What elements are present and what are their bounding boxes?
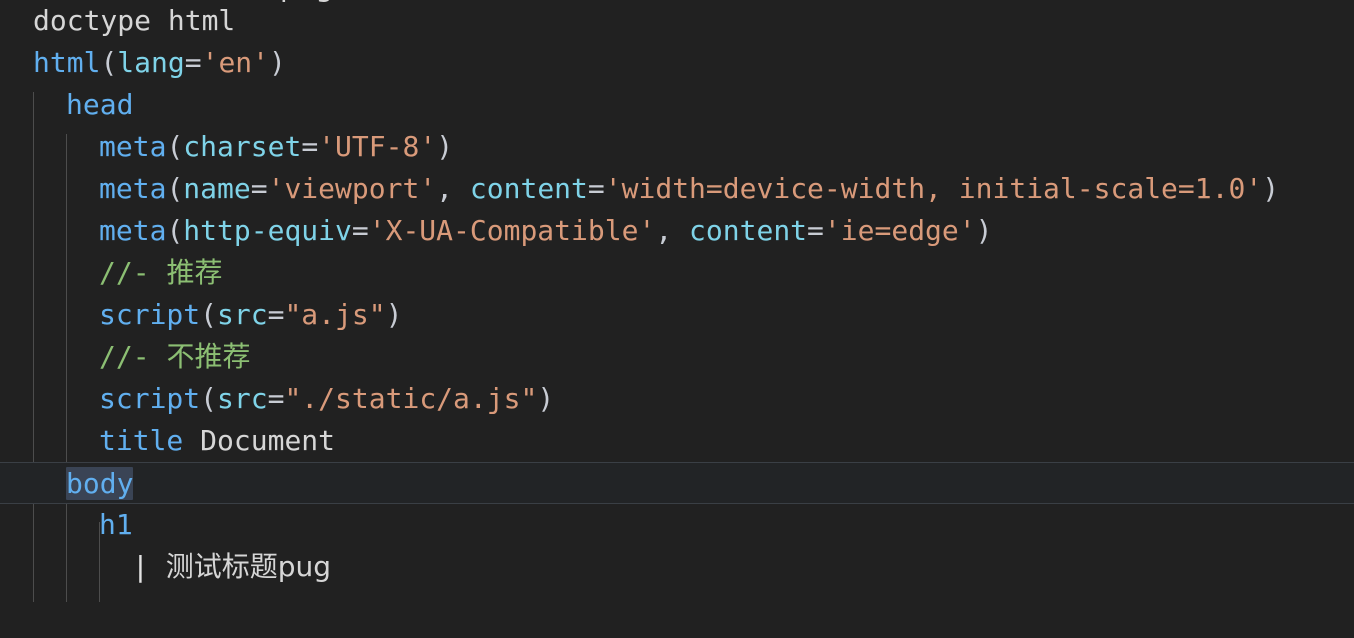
code-line[interactable]: html(lang='en'): [0, 42, 1354, 84]
token-comment-cjk: 不推荐: [166, 340, 251, 373]
code-line-content: script(src="a.js"): [0, 294, 402, 336]
code-line-content: h1: [0, 504, 133, 546]
code-line[interactable]: h1: [0, 504, 1354, 546]
token-plain: Document: [183, 424, 336, 457]
token-punc: =: [587, 172, 605, 205]
token-str: 'UTF-8': [318, 130, 437, 163]
code-line[interactable]: meta(charset='UTF-8'): [0, 126, 1354, 168]
code-line-content: //- 不推荐: [0, 336, 250, 378]
token-attr: lang: [117, 46, 185, 79]
token-punc: (: [166, 214, 184, 247]
token-pipe: |: [132, 550, 166, 583]
token-tag: meta: [99, 214, 167, 247]
token-punc: ,: [655, 214, 690, 247]
token-str: "./static/a.js": [284, 382, 538, 415]
token-str: "a.js": [284, 298, 386, 331]
token-punc: =: [184, 46, 202, 79]
token-tag: script: [99, 382, 201, 415]
code-line-content: //- 推荐: [0, 252, 222, 294]
code-line[interactable]: body: [0, 462, 1354, 504]
token-attr: src: [217, 298, 268, 331]
token-punc: (: [200, 382, 218, 415]
token-punc: ): [269, 46, 286, 79]
token-attr: http-equiv: [183, 214, 352, 247]
code-line-content: html(lang='en'): [0, 42, 286, 84]
token-punc: =: [301, 130, 319, 163]
token-punc: =: [267, 298, 285, 331]
token-punc: =: [807, 214, 824, 247]
code-line[interactable]: //- 不推荐: [0, 336, 1354, 378]
token-punc: ): [975, 214, 993, 247]
code-editor[interactable]: doctype html html(lang='en') head meta(char…: [0, 0, 1354, 638]
code-line[interactable]: doctype html: [0, 0, 1354, 42]
token-punc: (: [166, 172, 184, 205]
token-plain-cjk: 测试标题pug: [165, 550, 332, 583]
token-str: 'width=device-width, initial-scale=1.0': [604, 172, 1263, 205]
token-str: 'viewport': [267, 172, 437, 205]
token-punc: =: [351, 214, 369, 247]
code-line-content: meta(http-equiv='X-UA-Compatible', conte…: [0, 210, 992, 252]
code-line-content: title Document: [0, 420, 335, 462]
token-comment: //-: [99, 340, 167, 373]
token-attr: content: [689, 214, 808, 247]
code-line[interactable]: script(src="a.js"): [0, 294, 1354, 336]
token-attr: src: [217, 382, 268, 415]
code-line[interactable]: head: [0, 84, 1354, 126]
token-punc: ): [1262, 172, 1280, 205]
token-tag: head: [66, 88, 134, 121]
token-punc: =: [250, 172, 268, 205]
token-tag: meta: [99, 130, 167, 163]
token-tag: h1: [99, 508, 133, 541]
code-line[interactable]: //- 推荐: [0, 252, 1354, 294]
code-line-content: meta(charset='UTF-8'): [0, 126, 453, 168]
code-line-content: meta(name='viewport', content='width=dev…: [0, 168, 1279, 210]
code-line-content: body: [0, 463, 134, 505]
token-tag: title: [99, 424, 184, 457]
code-line-content: | 测试标题pug: [0, 546, 331, 588]
token-punc: =: [267, 382, 285, 415]
token-str: 'X-UA-Compatible': [368, 214, 656, 247]
code-line[interactable]: meta(name='viewport', content='width=dev…: [0, 168, 1354, 210]
code-line[interactable]: script(src="./static/a.js"): [0, 378, 1354, 420]
token-punc: (: [200, 298, 218, 331]
code-line[interactable]: title Document: [0, 420, 1354, 462]
token-attr: content: [469, 172, 588, 205]
code-line-content: head: [0, 84, 133, 126]
token-attr: charset: [183, 130, 302, 163]
code-line-content: doctype html: [0, 0, 235, 42]
token-comment: //-: [99, 256, 167, 289]
token-plain: doctype html: [33, 4, 236, 37]
token-comment-cjk: 推荐: [166, 256, 223, 289]
token-tag: script: [99, 298, 201, 331]
token-tag: meta: [99, 172, 167, 205]
code-line[interactable]: meta(http-equiv='X-UA-Compatible', conte…: [0, 210, 1354, 252]
token-punc: ,: [436, 172, 470, 205]
token-tag: html: [33, 46, 101, 79]
token-punc: ): [385, 298, 403, 331]
token-str: 'ie=edge': [823, 214, 976, 247]
token-punc: ): [537, 382, 555, 415]
token-attr: name: [183, 172, 251, 205]
code-lines[interactable]: doctype html html(lang='en') head meta(char…: [0, 0, 1354, 588]
code-line-content: script(src="./static/a.js"): [0, 378, 554, 420]
token-punc: (: [166, 130, 184, 163]
token-str: 'en': [201, 46, 270, 79]
token-tag: body: [66, 467, 134, 500]
token-punc: ): [436, 130, 454, 163]
code-line[interactable]: | 测试标题pug: [0, 546, 1354, 588]
token-punc: (: [100, 46, 118, 79]
